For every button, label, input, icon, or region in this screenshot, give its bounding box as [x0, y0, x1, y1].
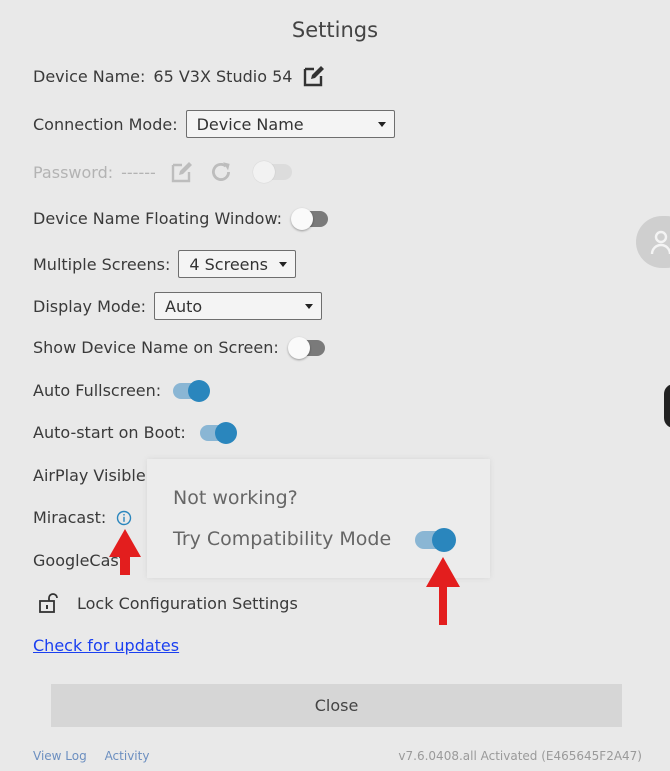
floating-user-button[interactable] — [636, 216, 670, 268]
toggle-knob — [432, 528, 456, 552]
display-mode-select[interactable]: Auto — [154, 292, 323, 320]
multiple-screens-row: Multiple Screens: 4 Screens — [33, 250, 297, 278]
arrow-up-icon — [109, 529, 141, 575]
toggle-knob — [188, 379, 211, 402]
auto-fullscreen-row: Auto Fullscreen: — [33, 379, 211, 402]
user-icon — [650, 230, 670, 255]
miracast-label: Miracast: — [33, 508, 107, 527]
multiple-screens-select[interactable]: 4 Screens — [178, 250, 297, 278]
display-mode-value: Auto — [165, 296, 203, 316]
lock-config-label: Lock Configuration Settings — [77, 593, 298, 613]
password-label: Password: — [33, 162, 114, 182]
floating-window-toggle[interactable] — [291, 207, 329, 230]
toggle-knob — [252, 161, 275, 183]
auto-start-label: Auto-start on Boot: — [33, 423, 186, 442]
miracast-row: Miracast: — [33, 508, 132, 527]
chevron-down-icon — [377, 121, 386, 127]
device-name-row: Device Name: 65 V3X Studio 54 — [33, 64, 326, 88]
show-device-name-row: Show Device Name on Screen: — [33, 336, 325, 359]
unlock-icon — [37, 592, 59, 614]
footer-links: View Log Activity — [33, 749, 163, 763]
popup-title: Not working? — [173, 487, 298, 509]
connection-mode-label: Connection Mode: — [33, 114, 178, 134]
lock-config-row[interactable]: Lock Configuration Settings — [33, 592, 298, 614]
popup-compat-label: Try Compatibility Mode — [173, 528, 392, 550]
multiple-screens-value: 4 Screens — [189, 254, 268, 274]
password-row: Password: ------ — [33, 159, 292, 185]
multiple-screens-label: Multiple Screens: — [33, 254, 171, 274]
device-name-value: 65 V3X Studio 54 — [153, 66, 293, 86]
compatibility-mode-toggle[interactable] — [415, 528, 456, 552]
connection-mode-row: Connection Mode: Device Name — [33, 110, 395, 138]
device-name-label: Device Name: — [33, 66, 146, 86]
version-text: v7.6.0408.all Activated (E465645F2A47) — [398, 749, 642, 763]
toggle-knob — [214, 421, 237, 444]
activity-link[interactable]: Activity — [105, 749, 150, 763]
chevron-down-icon — [279, 261, 288, 267]
connection-mode-value: Device Name — [196, 114, 304, 134]
connection-mode-select[interactable]: Device Name — [185, 110, 395, 138]
password-toggle[interactable] — [252, 161, 292, 183]
password-value: ------ — [121, 162, 156, 182]
page-title: Settings — [291, 18, 379, 42]
close-button[interactable]: Close — [51, 684, 622, 727]
check-updates-link[interactable]: Check for updates — [33, 636, 179, 655]
show-device-name-label: Show Device Name on Screen: — [33, 338, 279, 357]
view-log-link[interactable]: View Log — [33, 749, 87, 763]
chevron-down-icon — [305, 303, 314, 309]
auto-start-toggle[interactable] — [199, 421, 237, 444]
edit-icon[interactable] — [302, 64, 326, 88]
toggle-knob — [287, 336, 310, 359]
floating-side-handle[interactable] — [664, 384, 670, 428]
display-mode-row: Display Mode: Auto — [33, 292, 323, 320]
arrow-up-icon — [426, 557, 460, 625]
toggle-knob — [291, 207, 314, 230]
refresh-icon[interactable] — [208, 159, 234, 185]
edit-icon[interactable] — [170, 160, 194, 184]
show-device-name-toggle[interactable] — [287, 336, 325, 359]
auto-fullscreen-toggle[interactable] — [173, 379, 211, 402]
display-mode-label: Display Mode: — [33, 296, 147, 316]
info-icon[interactable] — [116, 510, 132, 526]
floating-window-row: Device Name Floating Window: — [33, 207, 329, 230]
airplay-label: AirPlay Visible — [33, 466, 146, 485]
floating-window-label: Device Name Floating Window: — [33, 209, 283, 228]
auto-fullscreen-label: Auto Fullscreen: — [33, 381, 162, 400]
airplay-row: AirPlay Visible — [33, 466, 154, 485]
auto-start-row: Auto-start on Boot: — [33, 421, 237, 444]
